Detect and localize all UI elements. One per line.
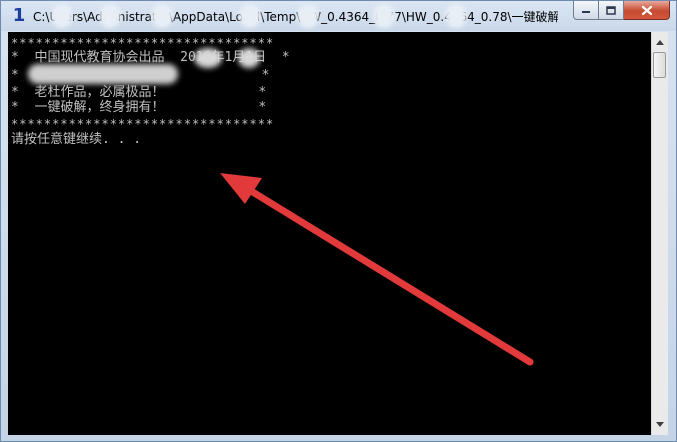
redaction-blur	[239, 4, 261, 28]
window-controls	[573, 1, 670, 21]
redaction-blur	[194, 48, 222, 68]
vertical-scrollbar[interactable]	[651, 32, 668, 435]
redaction-blur	[445, 4, 467, 28]
console-window: 1 C:\Users\Administrator\AppData\Local\T…	[0, 0, 677, 442]
redaction-blur	[238, 48, 260, 68]
console-line-border-top: ********************************	[11, 36, 275, 50]
redaction-blur	[373, 4, 395, 28]
redaction-blur	[28, 64, 178, 84]
minimize-button[interactable]	[573, 1, 599, 20]
redaction-blur	[151, 4, 173, 28]
close-icon	[641, 5, 652, 15]
maximize-button[interactable]	[599, 1, 624, 20]
minimize-icon	[582, 11, 590, 13]
maximize-icon	[606, 5, 616, 15]
console-output-area[interactable]: ******************************** * 中国现代教…	[8, 32, 651, 435]
chevron-up-icon	[656, 40, 664, 45]
redaction-blur	[99, 4, 121, 28]
console-app-icon[interactable]: 1	[11, 6, 27, 26]
scroll-down-button[interactable]	[652, 416, 668, 433]
console-line-border-bottom: ********************************	[11, 117, 275, 131]
redaction-blur	[297, 4, 319, 28]
console-prompt-press-any-key: 请按任意键继续. . .	[11, 132, 142, 147]
scroll-up-button[interactable]	[652, 34, 668, 51]
title-bar[interactable]: 1 C:\Users\Administrator\AppData\Local\T…	[1, 1, 676, 31]
console-line-slogan: * 一键破解，终身拥有！ *	[11, 100, 267, 115]
redaction-blur	[51, 4, 73, 28]
close-button[interactable]	[624, 1, 670, 20]
chevron-down-icon	[656, 422, 664, 427]
console-line-author: * 老杜作品，必属极品！ *	[11, 85, 267, 100]
scrollbar-thumb[interactable]	[653, 52, 666, 78]
